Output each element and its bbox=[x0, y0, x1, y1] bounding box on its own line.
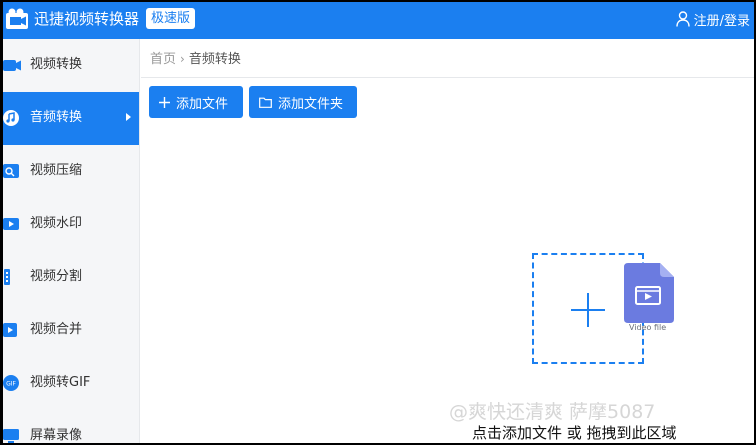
sidebar-item-video-watermark[interactable]: 视频水印 bbox=[3, 198, 139, 251]
video-file-caption: Video file bbox=[629, 323, 667, 332]
app-logo-icon bbox=[6, 8, 28, 29]
breadcrumb: 首页 › 音频转换 bbox=[150, 50, 241, 69]
video-file-icon bbox=[624, 263, 674, 323]
sidebar-item-label: 音频转换 bbox=[30, 110, 83, 125]
breadcrumb-separator: › bbox=[180, 52, 185, 66]
sidebar-item-label: 视频压缩 bbox=[30, 163, 83, 178]
video-split-icon bbox=[4, 269, 10, 285]
sidebar-item-label: 视频转GIF bbox=[30, 375, 91, 390]
video-merge-icon bbox=[3, 323, 17, 337]
drop-hint-text: 点击添加文件 或 拖拽到此区域 bbox=[472, 424, 677, 442]
sidebar-item-label: 屏幕录像 bbox=[30, 428, 83, 443]
plus-icon bbox=[159, 96, 170, 108]
add-folder-button[interactable]: 添加文件夹 bbox=[249, 86, 357, 118]
add-file-button[interactable]: 添加文件 bbox=[149, 86, 243, 118]
sidebar-item-screen-record[interactable]: 屏幕录像 bbox=[3, 410, 139, 443]
header-divider bbox=[141, 77, 754, 78]
sidebar: 视频转换 音频转换 视频压缩 视频水印 视频分割 视频合并 GIF 视频转GIF… bbox=[3, 39, 140, 443]
drop-plus-icon-vertical bbox=[587, 293, 589, 327]
sidebar-item-label: 视频转换 bbox=[30, 57, 83, 72]
sidebar-item-video-convert[interactable]: 视频转换 bbox=[3, 39, 139, 92]
video-watermark-icon bbox=[3, 218, 19, 230]
title-bar: 迅捷视频转换器 极速版 注册/登录 bbox=[3, 2, 754, 39]
sidebar-item-video-compress[interactable]: 视频压缩 bbox=[3, 145, 139, 198]
breadcrumb-current: 音频转换 bbox=[188, 52, 241, 67]
app-title: 迅捷视频转换器 bbox=[34, 10, 140, 28]
sidebar-item-video-split[interactable]: 视频分割 bbox=[3, 251, 139, 304]
sidebar-item-video-merge[interactable]: 视频合并 bbox=[3, 304, 139, 357]
sidebar-item-label: 视频水印 bbox=[30, 216, 83, 231]
video-compress-icon bbox=[3, 164, 19, 178]
sidebar-item-label: 视频分割 bbox=[30, 269, 83, 284]
gif-icon: GIF bbox=[3, 375, 19, 391]
app-window: 迅捷视频转换器 极速版 注册/登录 视频转换 音频转换 视频压缩 视频水印 视频… bbox=[3, 2, 754, 443]
main-panel: 首页 › 音频转换 添加文件 添加文件夹 Video file @爽快还清爽 萨… bbox=[141, 39, 754, 443]
add-folder-label: 添加文件夹 bbox=[278, 96, 344, 112]
edition-badge: 极速版 bbox=[146, 8, 196, 29]
video-convert-icon bbox=[3, 60, 21, 71]
sidebar-item-label: 视频合并 bbox=[30, 322, 83, 337]
watermark-text: @爽快还清爽 萨摩5087 bbox=[449, 401, 656, 423]
breadcrumb-home[interactable]: 首页 bbox=[150, 52, 176, 67]
chevron-right-icon bbox=[126, 113, 131, 121]
folder-icon bbox=[259, 97, 272, 108]
audio-convert-icon bbox=[3, 110, 19, 126]
svg-text:GIF: GIF bbox=[6, 381, 16, 388]
add-file-label: 添加文件 bbox=[176, 96, 229, 112]
login-register-label: 注册/登录 bbox=[693, 13, 750, 29]
sidebar-item-audio-convert[interactable]: 音频转换 bbox=[3, 92, 139, 145]
login-register-link[interactable]: 注册/登录 bbox=[675, 9, 750, 29]
screen-record-icon bbox=[3, 429, 19, 443]
sidebar-item-video-to-gif[interactable]: GIF 视频转GIF bbox=[3, 357, 139, 410]
user-icon bbox=[675, 11, 690, 27]
